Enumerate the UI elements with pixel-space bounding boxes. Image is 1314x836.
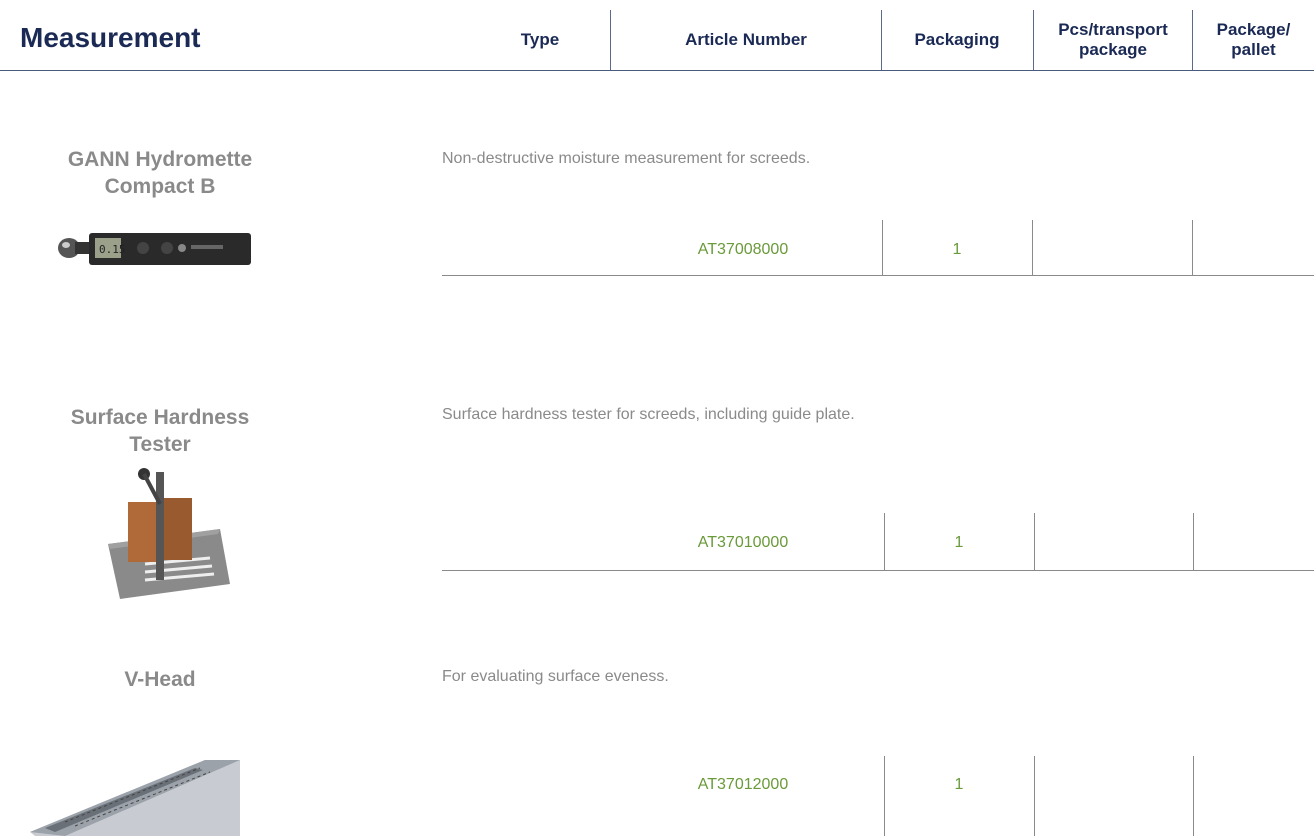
column-header-packaging: Packaging bbox=[914, 30, 1000, 50]
row-rule bbox=[442, 275, 1314, 276]
cell-divider bbox=[1034, 513, 1035, 570]
product-description: Surface hardness tester for screeds, inc… bbox=[442, 406, 855, 423]
product-description: For evaluating surface eveness. bbox=[442, 668, 669, 685]
svg-text:0.15: 0.15 bbox=[99, 243, 126, 256]
product-name: Surface Hardness Tester bbox=[70, 406, 250, 457]
cell-divider bbox=[1193, 756, 1194, 836]
product-description: Non-destructive moisture measurement for… bbox=[442, 150, 811, 167]
v-head-tool-image bbox=[30, 760, 240, 836]
product-name: V-Head bbox=[124, 668, 196, 691]
page-title: Measurement bbox=[20, 22, 201, 53]
packaging-value: 1 bbox=[952, 241, 962, 258]
cell-divider bbox=[1034, 756, 1035, 836]
product-name: GANN Hydromette Compact B bbox=[67, 148, 253, 199]
packaging-value: 1 bbox=[954, 776, 964, 793]
article-number: AT37008000 bbox=[697, 241, 789, 258]
cell-divider bbox=[1032, 220, 1033, 276]
cell-divider bbox=[884, 756, 885, 836]
header-rule bbox=[0, 70, 1314, 71]
column-header-type: Type bbox=[520, 30, 560, 50]
column-header-pcs-transport-package: Pcs/transport package bbox=[1058, 20, 1168, 59]
column-header-article-number: Article Number bbox=[685, 30, 807, 50]
column-header-package-pallet: Package/ pallet bbox=[1216, 20, 1291, 59]
cell-divider bbox=[1193, 513, 1194, 570]
packaging-value: 1 bbox=[954, 534, 964, 551]
hydromette-device-image: 0.15 bbox=[58, 233, 251, 265]
cell-divider bbox=[1192, 220, 1193, 276]
article-number: AT37012000 bbox=[697, 776, 789, 793]
article-number: AT37010000 bbox=[697, 534, 789, 551]
surface-hardness-tester-image bbox=[108, 468, 230, 599]
row-rule bbox=[442, 570, 1314, 571]
